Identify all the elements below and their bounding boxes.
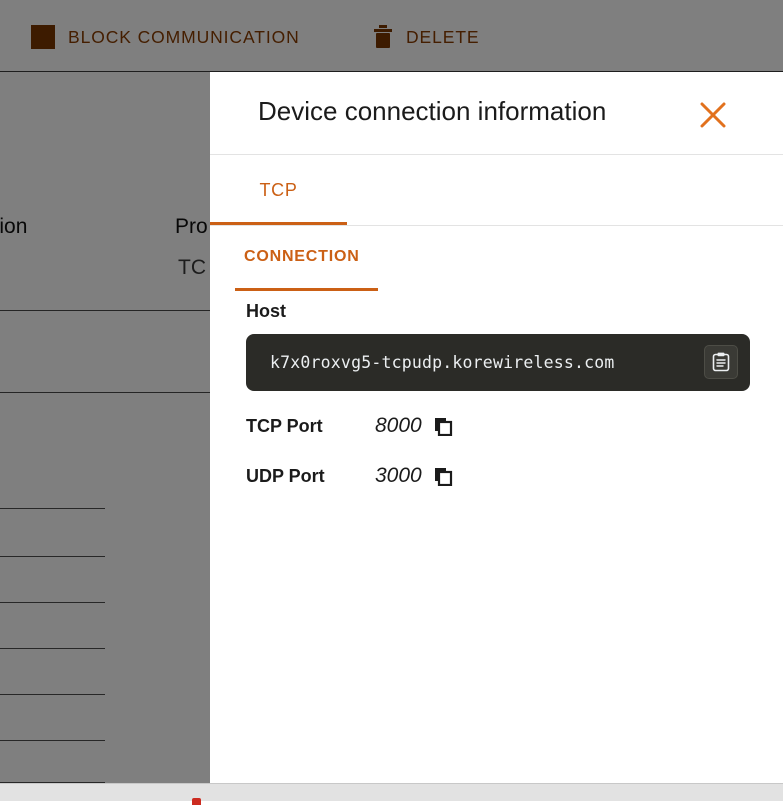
device-connection-dialog: Device connection information TCP CONNEC… — [210, 72, 783, 783]
table-row — [0, 694, 105, 695]
udp-port-value: 3000 — [375, 464, 422, 487]
trash-icon — [373, 25, 393, 49]
table-row — [0, 508, 105, 509]
udp-port-row: UDP Port 3000 — [246, 461, 747, 491]
bottom-strip — [0, 783, 783, 805]
page-title: Device connection information — [258, 96, 607, 126]
tcp-port-row: TCP Port 8000 — [246, 411, 747, 441]
tab-connection[interactable]: CONNECTION — [235, 226, 369, 288]
delete-button[interactable]: DELETE — [373, 22, 479, 52]
table-row — [0, 556, 105, 557]
dialog-body: Host k7x0roxvg5-tcpudp.korewireless.com … — [210, 301, 783, 491]
block-communication-button[interactable]: BLOCK COMMUNICATION — [31, 22, 300, 52]
tcp-port-label: TCP Port — [246, 415, 323, 436]
dialog-header: Device connection information — [210, 72, 783, 155]
block-square-icon — [31, 25, 55, 49]
table-row — [0, 740, 105, 741]
copy-icon[interactable] — [432, 415, 454, 437]
copy-icon[interactable] — [432, 465, 454, 487]
host-value: k7x0roxvg5-tcpudp.korewireless.com — [270, 353, 615, 372]
block-communication-label: BLOCK COMMUNICATION — [68, 26, 300, 47]
close-icon[interactable] — [698, 100, 728, 130]
delete-label: DELETE — [406, 26, 480, 47]
inner-tab-bar: CONNECTION — [210, 226, 783, 301]
tab-tcp[interactable]: TCP — [210, 155, 347, 225]
udp-port-label: UDP Port — [246, 465, 325, 486]
table-row — [0, 648, 105, 649]
outer-tab-bar: TCP — [210, 155, 783, 226]
tab-tcp-active-indicator — [210, 222, 347, 225]
background-toolbar: BLOCK COMMUNICATION DELETE — [0, 0, 783, 72]
tab-tcp-label: TCP — [259, 179, 298, 200]
tcp-port-value: 8000 — [375, 414, 422, 437]
host-label: Host — [246, 301, 286, 321]
clipboard-icon[interactable] — [704, 345, 738, 379]
background-column-header-2: Pro — [175, 215, 208, 238]
bottom-marker-icon — [192, 798, 201, 805]
tab-connection-active-indicator — [235, 288, 378, 291]
host-value-box: k7x0roxvg5-tcpudp.korewireless.com — [246, 334, 750, 391]
table-row — [0, 602, 105, 603]
tab-connection-label: CONNECTION — [244, 248, 360, 265]
background-column-header-1: nication — [0, 215, 28, 238]
background-column-subtext-2: TC — [178, 256, 206, 279]
